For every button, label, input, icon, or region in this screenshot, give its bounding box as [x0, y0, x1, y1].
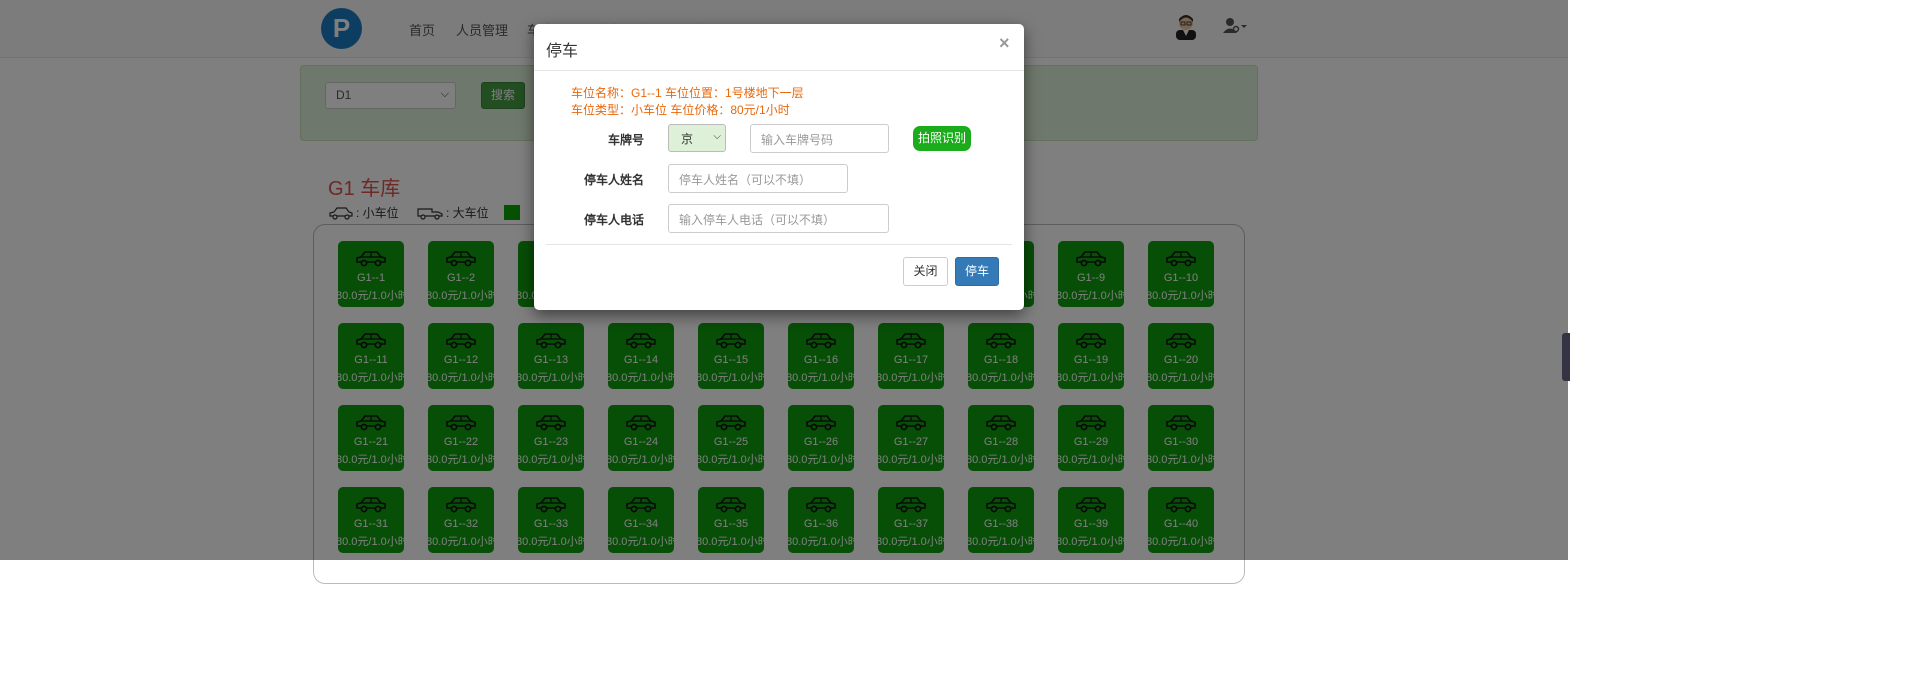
- name-label: 停车人姓名: [583, 173, 644, 187]
- modal-title: 停车: [546, 43, 579, 60]
- close-button[interactable]: 关闭: [903, 257, 948, 286]
- close-icon[interactable]: ×: [999, 33, 1010, 54]
- modal-header: 停车 ×: [534, 24, 1024, 71]
- space-info-line2: 车位类型：小车位 车位价格：80元/1小时: [571, 103, 790, 117]
- province-value: 京: [681, 132, 694, 146]
- modal-footer-divider: [546, 244, 1012, 245]
- space-info-line1: 车位名称：G1--1 车位位置：1号楼地下一层: [571, 86, 804, 100]
- side-tab[interactable]: [1562, 333, 1570, 381]
- phone-label: 停车人电话: [583, 213, 644, 227]
- plate-label: 车牌号: [607, 133, 644, 147]
- plate-input[interactable]: 输入车牌号码: [750, 124, 889, 153]
- phone-input[interactable]: 输入停车人电话（可以不填）: [668, 204, 889, 233]
- chevron-down-icon: ⌵: [713, 131, 721, 142]
- park-modal: 停车 × 车位名称：G1--1 车位位置：1号楼地下一层 车位类型：小车位 车位…: [534, 24, 1024, 310]
- park-button[interactable]: 停车: [955, 257, 999, 286]
- province-select[interactable]: 京 ⌵: [668, 124, 726, 152]
- name-input[interactable]: 停车人姓名（可以不填）: [668, 164, 848, 193]
- photo-recognize-button[interactable]: 拍照识别: [913, 126, 971, 151]
